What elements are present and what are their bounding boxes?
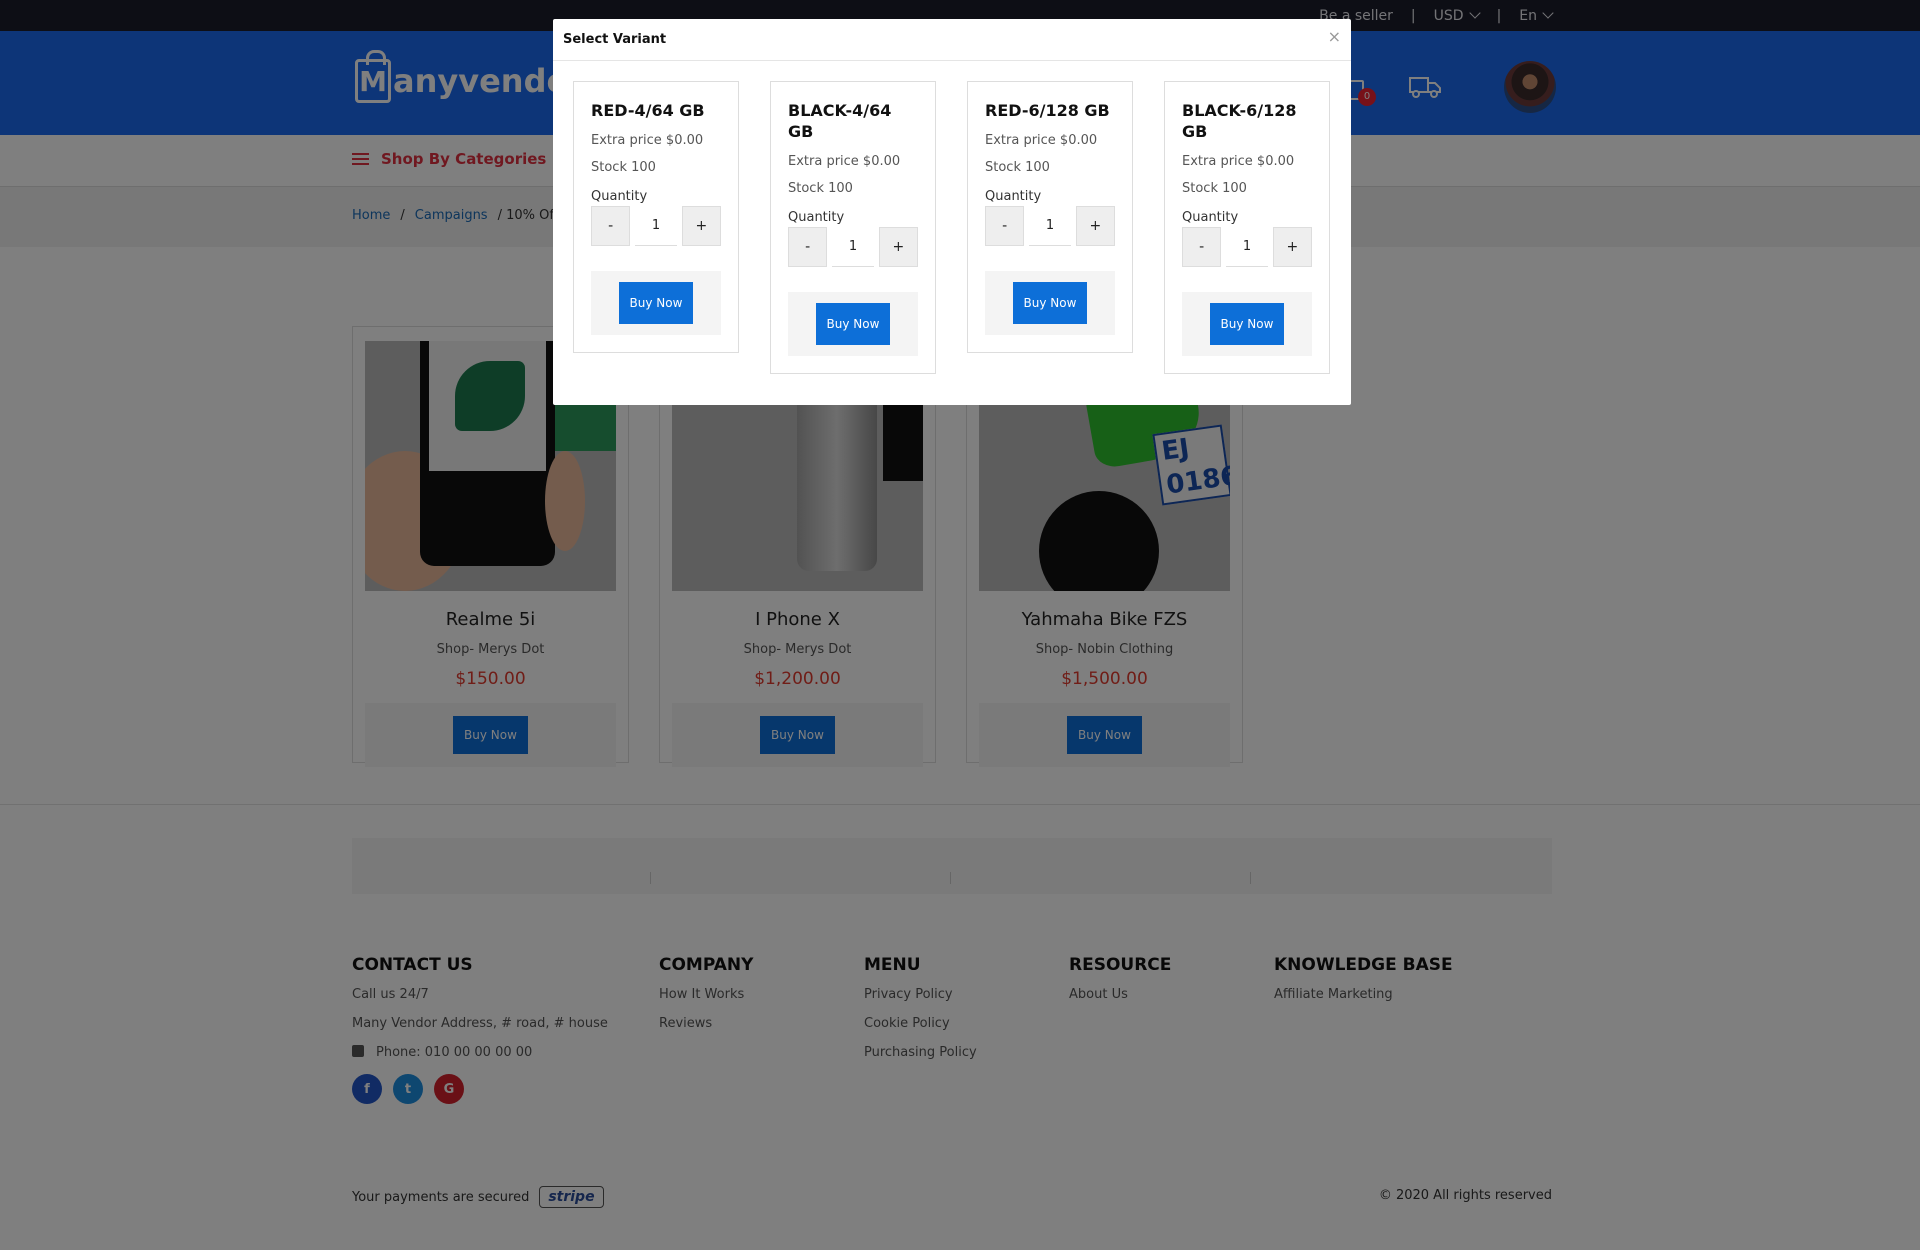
variant-stock: Stock 100	[591, 160, 656, 175]
variant-stock: Stock 100	[1182, 181, 1247, 196]
variant-stock: Stock 100	[985, 160, 1050, 175]
variant-card: RED-4/64 GB Extra price $0.00 Stock 100 …	[573, 81, 739, 353]
variant-buy-now-button[interactable]: Buy Now	[1209, 303, 1285, 345]
modal-header: Select Variant ×	[553, 19, 1351, 61]
decrement-button[interactable]: -	[788, 227, 828, 267]
modal-title: Select Variant	[563, 32, 667, 47]
quantity-stepper: - 1 +	[1182, 227, 1312, 267]
variant-extra-price: Extra price $0.00	[985, 133, 1098, 148]
variant-name: RED-4/64 GB	[591, 101, 705, 120]
decrement-button[interactable]: -	[1182, 227, 1222, 267]
quantity-input[interactable]: 1	[1226, 227, 1268, 267]
quantity-input[interactable]: 1	[832, 227, 874, 267]
variant-buy-now-button[interactable]: Buy Now	[618, 282, 694, 324]
variant-list: RED-4/64 GB Extra price $0.00 Stock 100 …	[573, 81, 1330, 374]
increment-button[interactable]: +	[1075, 206, 1115, 246]
quantity-stepper: - 1 +	[788, 227, 918, 267]
variant-name: BLACK-6/128 GB	[1182, 101, 1297, 141]
quantity-label: Quantity	[591, 189, 648, 204]
variant-card: RED-6/128 GB Extra price $0.00 Stock 100…	[967, 81, 1133, 353]
quantity-input[interactable]: 1	[1029, 206, 1071, 246]
variant-stock: Stock 100	[788, 181, 853, 196]
variant-name: BLACK-4/64 GB	[788, 101, 892, 141]
variant-name: RED-6/128 GB	[985, 101, 1110, 120]
decrement-button[interactable]: -	[591, 206, 631, 246]
variant-extra-price: Extra price $0.00	[788, 154, 901, 169]
select-variant-modal: Select Variant × RED-4/64 GB Extra price…	[553, 19, 1351, 405]
variant-buy-now-button[interactable]: Buy Now	[1012, 282, 1088, 324]
quantity-stepper: - 1 +	[985, 206, 1115, 246]
variant-buy-now-button[interactable]: Buy Now	[815, 303, 891, 345]
variant-card: BLACK-4/64 GB Extra price $0.00 Stock 10…	[770, 81, 936, 374]
quantity-label: Quantity	[1182, 210, 1239, 225]
variant-extra-price: Extra price $0.00	[1182, 154, 1295, 169]
increment-button[interactable]: +	[1272, 227, 1312, 267]
quantity-input[interactable]: 1	[635, 206, 677, 246]
decrement-button[interactable]: -	[985, 206, 1025, 246]
quantity-stepper: - 1 +	[591, 206, 721, 246]
quantity-label: Quantity	[788, 210, 845, 225]
increment-button[interactable]: +	[681, 206, 721, 246]
close-icon[interactable]: ×	[1328, 27, 1341, 46]
variant-extra-price: Extra price $0.00	[591, 133, 704, 148]
quantity-label: Quantity	[985, 189, 1042, 204]
increment-button[interactable]: +	[878, 227, 918, 267]
variant-card: BLACK-6/128 GB Extra price $0.00 Stock 1…	[1164, 81, 1330, 374]
